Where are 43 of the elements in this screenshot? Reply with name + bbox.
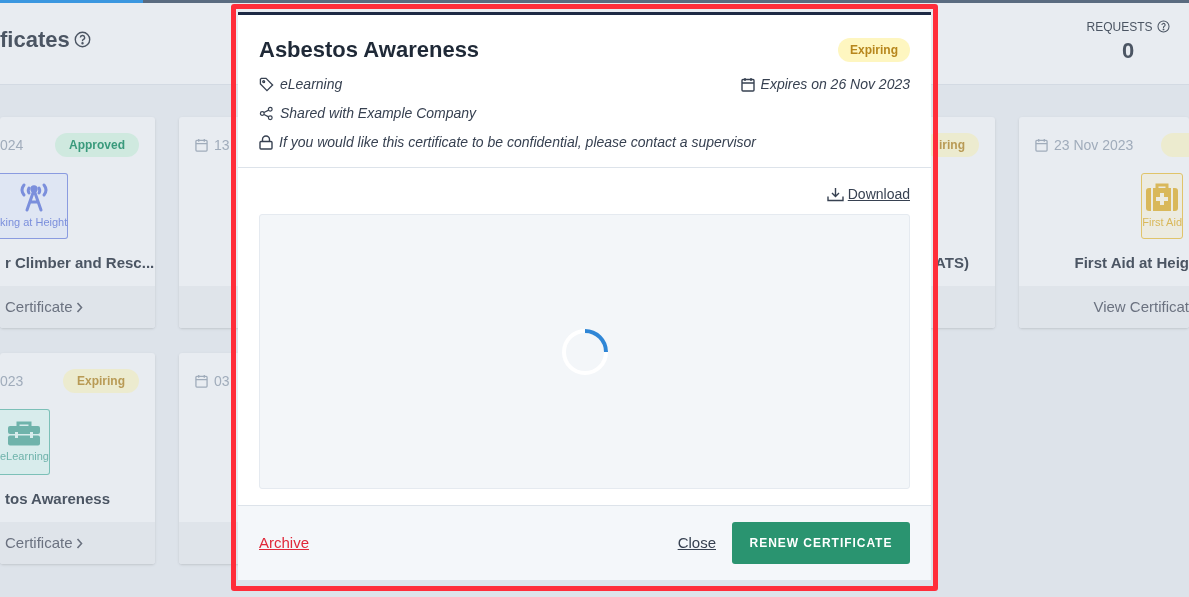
card-date: 23 Nov 2023 <box>1054 135 1134 155</box>
expiry-date: Expires on 26 Nov 2023 <box>760 75 910 94</box>
tag-icon <box>259 77 274 92</box>
category-text: eLearning <box>280 75 343 94</box>
page-title: ficates <box>0 26 70 54</box>
lock-icon <box>259 135 273 150</box>
download-icon <box>826 187 844 202</box>
card-date: 13 <box>214 135 230 155</box>
help-icon[interactable] <box>1156 20 1170 33</box>
toolbox-icon <box>7 419 42 446</box>
view-certificate-link[interactable]: View Certificat <box>1093 295 1189 319</box>
help-icon[interactable] <box>73 31 91 48</box>
category-label: First Aid <box>1142 214 1182 230</box>
chevron-right-icon <box>75 301 83 313</box>
loading-spinner-icon <box>559 326 610 377</box>
renew-certificate-button[interactable]: RENEW CERTIFICATE <box>732 522 910 564</box>
download-link[interactable]: Download <box>826 184 910 205</box>
card-date: 024 <box>0 135 24 155</box>
dialog-title: Asbestos Awareness <box>259 36 480 64</box>
card-date: 03 <box>214 371 230 391</box>
status-badge: Approved <box>55 133 139 157</box>
calendar-icon <box>195 138 208 152</box>
category-label: eLearning <box>0 448 49 464</box>
close-link[interactable]: Close <box>677 531 716 555</box>
card-title: First Aid at Heig <box>1074 253 1189 274</box>
chevron-right-icon <box>75 537 83 549</box>
view-certificate-link[interactable]: Certificate <box>5 531 83 555</box>
first-aid-kit-icon <box>1145 181 1180 212</box>
share-icon <box>259 106 274 121</box>
card-title: tos Awareness <box>5 489 111 510</box>
requests-label: REQUESTS <box>1086 18 1153 36</box>
confidential-note: If you would like this certificate to be confidential, please contact a supervisor <box>279 133 757 152</box>
card-date: 023 <box>0 371 24 391</box>
calendar-icon <box>1035 138 1048 152</box>
card-title: r Climber and Resc... <box>5 253 155 274</box>
requests-count: 0 <box>1121 39 1135 62</box>
archive-link[interactable]: Archive <box>259 531 310 555</box>
status-badge: Expiring <box>838 37 910 62</box>
view-certificate-link[interactable]: Certificate <box>5 295 83 319</box>
shared-with-text: Shared with Example Company <box>280 104 477 123</box>
calendar-icon <box>195 374 208 388</box>
calendar-icon <box>740 77 755 92</box>
status-badge: Expiring <box>63 369 139 393</box>
